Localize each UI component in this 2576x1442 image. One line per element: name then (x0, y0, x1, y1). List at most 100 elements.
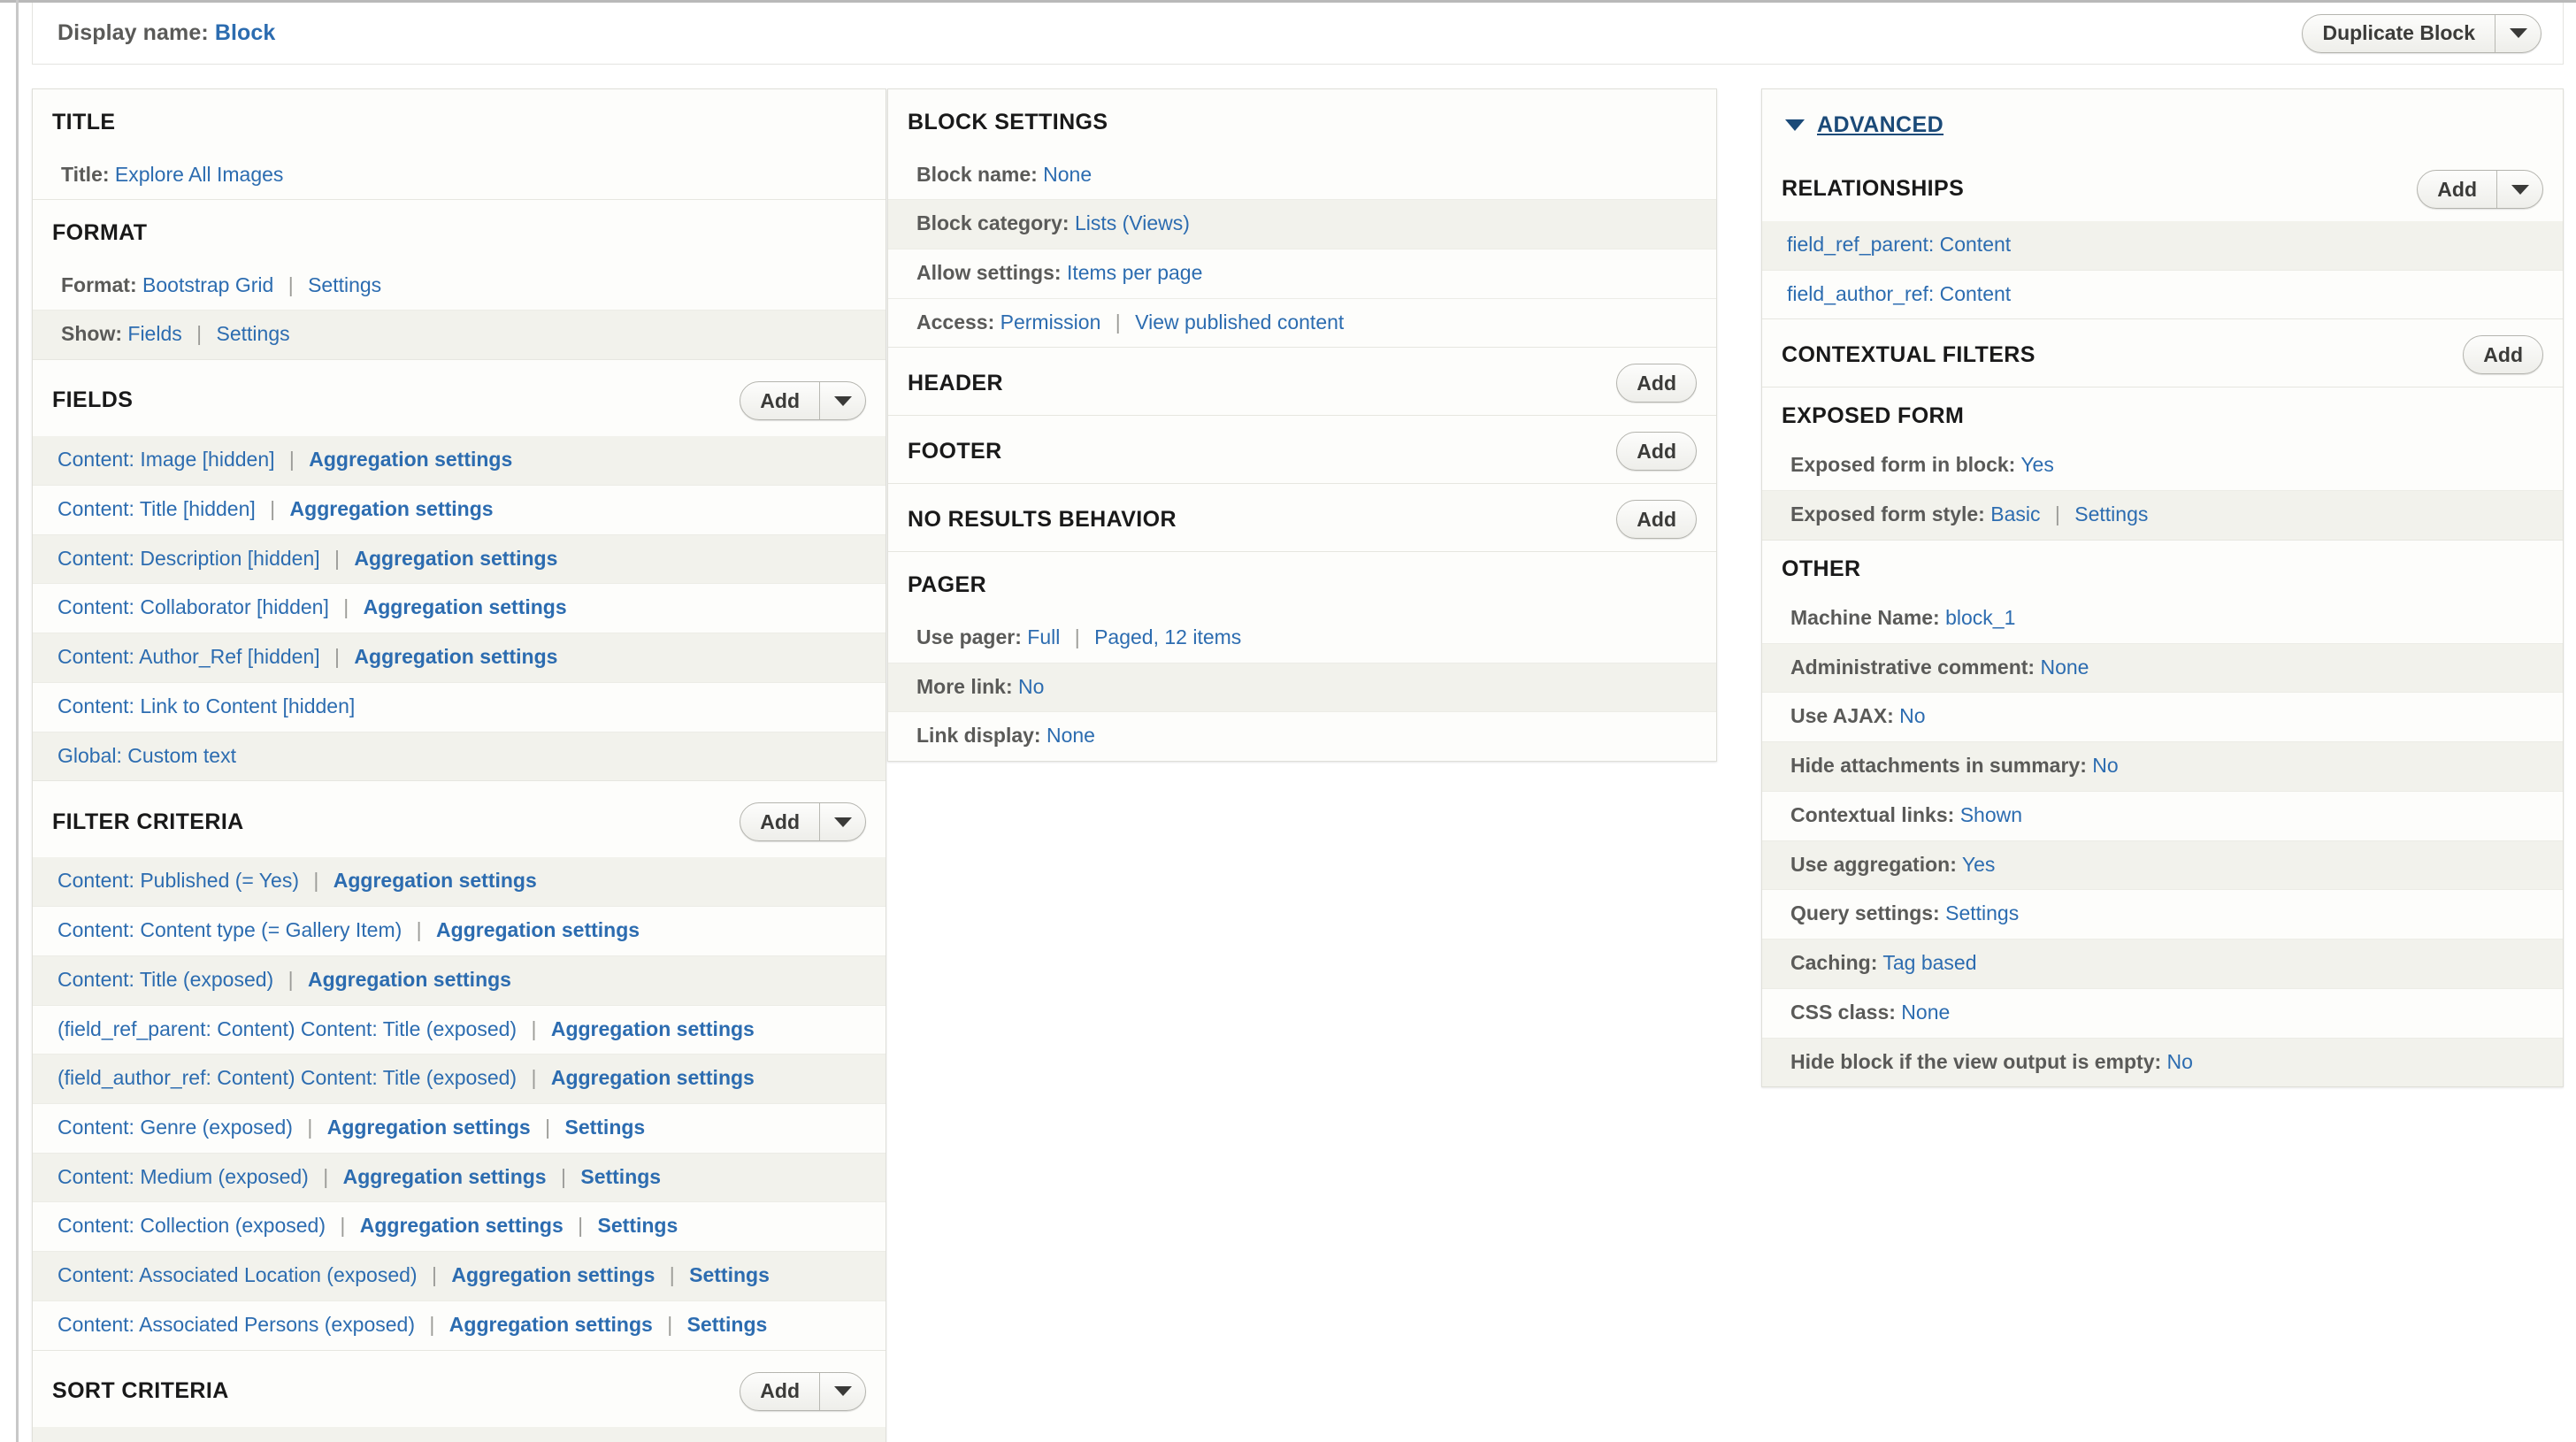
list-item[interactable]: Content: Genre (exposed) | Aggregation s… (33, 1103, 886, 1153)
row-use-ajax-value[interactable]: No (1899, 704, 1925, 727)
list-item[interactable]: Content: Associated Persons (exposed) | … (33, 1300, 886, 1350)
list-item[interactable]: Global: Custom text (33, 731, 886, 781)
field-item-link[interactable]: Content: Description [hidden] (58, 547, 320, 570)
list-item[interactable]: Content: Title [hidden] | Aggregation se… (33, 484, 886, 534)
row-use-pager-value[interactable]: Full (1027, 625, 1060, 648)
advanced-toggle[interactable]: ADVANCED (1762, 89, 2563, 154)
relationships-add-dropdown-toggle[interactable] (2496, 171, 2542, 208)
display-name-value[interactable]: Block (215, 20, 276, 45)
filter-aggregation-settings-link[interactable]: Aggregation settings (327, 1116, 531, 1139)
row-format-settings-link[interactable]: Settings (308, 273, 381, 296)
row-exposed-form-style[interactable]: Exposed form style: Basic | Settings (1762, 490, 2563, 540)
field-item-link[interactable]: Content: Author_Ref [hidden] (58, 645, 320, 668)
filter-item-link[interactable]: Content: Genre (exposed) (58, 1116, 293, 1139)
filter-item-link[interactable]: Content: Medium (exposed) (58, 1165, 309, 1188)
sort-item-link[interactable]: Content: Title (asc) (58, 1438, 228, 1442)
row-format-value[interactable]: Bootstrap Grid (142, 273, 273, 296)
advanced-toggle-label[interactable]: ADVANCED (1817, 112, 1944, 138)
field-item-link[interactable]: Content: Link to Content [hidden] (58, 694, 355, 717)
filter-aggregation-settings-link[interactable]: Aggregation settings (360, 1214, 564, 1237)
row-access-value[interactable]: Permission (1000, 311, 1101, 334)
field-aggregation-settings-link[interactable]: Aggregation settings (290, 497, 494, 520)
row-title[interactable]: Title: Explore All Images (33, 150, 886, 200)
row-administrative-comment[interactable]: Administrative comment: None (1762, 642, 2563, 693)
row-link-display[interactable]: Link display: None (888, 711, 1716, 762)
filter-aggregation-settings-link[interactable]: Aggregation settings (436, 918, 640, 941)
list-item[interactable]: Content: Link to Content [hidden] (33, 681, 886, 732)
list-item[interactable]: Content: Content type (= Gallery Item) |… (33, 906, 886, 955)
list-item[interactable]: field_ref_parent: Content (1762, 221, 2563, 270)
filter-item-link[interactable]: Content: Title (exposed) (58, 968, 273, 991)
relationship-item-link[interactable]: field_ref_parent: Content (1787, 233, 2011, 256)
row-exposed-form-in-block-value[interactable]: Yes (2020, 453, 2054, 476)
duplicate-block-button[interactable]: Duplicate Block (2303, 15, 2495, 52)
row-caching-value[interactable]: Tag based (1882, 951, 1976, 974)
relationships-add-dropbutton[interactable]: Add (2417, 170, 2543, 209)
filter-aggregation-settings-link[interactable]: Aggregation settings (551, 1066, 755, 1089)
list-item[interactable]: Content: Image [hidden] | Aggregation se… (33, 436, 886, 485)
row-hide-block-if-empty-value[interactable]: No (2167, 1050, 2193, 1073)
list-item[interactable]: field_author_ref: Content (1762, 269, 2563, 319)
row-block-category[interactable]: Block category: Lists (Views) (888, 199, 1716, 249)
row-exposed-form-in-block[interactable]: Exposed form in block: Yes (1762, 441, 2563, 491)
list-item[interactable]: Content: Author_Ref [hidden] | Aggregati… (33, 633, 886, 682)
row-exposed-form-style-value[interactable]: Basic (1990, 502, 2040, 525)
row-use-aggregation[interactable]: Use aggregation: Yes (1762, 840, 2563, 890)
filter-settings-link[interactable]: Settings (580, 1165, 661, 1188)
filter-settings-link[interactable]: Settings (598, 1214, 678, 1237)
row-block-name[interactable]: Block name: None (888, 150, 1716, 200)
field-aggregation-settings-link[interactable]: Aggregation settings (309, 448, 512, 471)
field-aggregation-settings-link[interactable]: Aggregation settings (354, 645, 557, 668)
filter-item-link[interactable]: (field_author_ref: Content) Content: Tit… (58, 1066, 517, 1089)
duplicate-block-dropdown-toggle[interactable] (2495, 14, 2541, 52)
row-query-settings[interactable]: Query settings: Settings (1762, 889, 2563, 940)
row-exposed-form-style-settings-link[interactable]: Settings (2074, 502, 2148, 525)
row-use-pager[interactable]: Use pager: Full | Paged, 12 items (888, 613, 1716, 663)
list-item[interactable]: Content: Collaborator [hidden] | Aggrega… (33, 583, 886, 633)
list-item[interactable]: (field_author_ref: Content) Content: Tit… (33, 1054, 886, 1104)
field-aggregation-settings-link[interactable]: Aggregation settings (354, 547, 557, 570)
field-item-link[interactable]: Content: Title [hidden] (58, 497, 256, 520)
row-format[interactable]: Format: Bootstrap Grid | Settings (33, 261, 886, 311)
row-access-permission-link[interactable]: View published content (1135, 311, 1344, 334)
list-item[interactable]: Content: Associated Location (exposed) |… (33, 1251, 886, 1300)
filter-aggregation-settings-link[interactable]: Aggregation settings (451, 1263, 655, 1286)
list-item[interactable]: Content: Title (exposed) | Aggregation s… (33, 955, 886, 1005)
row-contextual-links-value[interactable]: Shown (1960, 803, 2022, 826)
field-item-link[interactable]: Content: Collaborator [hidden] (58, 595, 329, 618)
filter-aggregation-settings-link[interactable]: Aggregation settings (334, 869, 537, 892)
row-administrative-comment-value[interactable]: None (2040, 656, 2089, 679)
filter-aggregation-settings-link[interactable]: Aggregation settings (449, 1313, 653, 1336)
field-item-link[interactable]: Global: Custom text (58, 744, 236, 767)
contextual-filters-add-button[interactable]: Add (2463, 335, 2543, 375)
list-item[interactable]: Content: Published (= Yes) | Aggregation… (33, 857, 886, 907)
filter-criteria-add-button[interactable]: Add (740, 803, 819, 840)
list-item[interactable]: (field_ref_parent: Content) Content: Tit… (33, 1004, 886, 1055)
fields-add-dropdown-toggle[interactable] (819, 382, 865, 420)
duplicate-block-dropbutton[interactable]: Duplicate Block (2302, 13, 2542, 53)
header-add-button[interactable]: Add (1616, 364, 1697, 403)
relationship-item-link[interactable]: field_author_ref: Content (1787, 282, 2011, 305)
row-more-link-value[interactable]: No (1018, 675, 1044, 698)
filter-item-link[interactable]: Content: Associated Location (exposed) (58, 1263, 418, 1286)
row-show[interactable]: Show: Fields | Settings (33, 310, 886, 360)
filter-settings-link[interactable]: Settings (689, 1263, 770, 1286)
list-item[interactable]: Content: Collection (exposed) | Aggregat… (33, 1201, 886, 1252)
row-more-link[interactable]: More link: No (888, 662, 1716, 712)
field-aggregation-settings-link[interactable]: Aggregation settings (364, 595, 567, 618)
field-item-link[interactable]: Content: Image [hidden] (58, 448, 275, 471)
fields-add-dropbutton[interactable]: Add (740, 381, 866, 421)
row-title-value[interactable]: Explore All Images (115, 163, 283, 186)
row-caching[interactable]: Caching: Tag based (1762, 939, 2563, 988)
filter-aggregation-settings-link[interactable]: Aggregation settings (343, 1165, 547, 1188)
fields-add-button[interactable]: Add (740, 382, 819, 419)
row-css-class-value[interactable]: None (1901, 1001, 1950, 1024)
row-use-aggregation-value[interactable]: Yes (1962, 853, 1996, 876)
row-use-pager-options-link[interactable]: Paged, 12 items (1094, 625, 1241, 648)
row-machine-name[interactable]: Machine Name: block_1 (1762, 594, 2563, 643)
list-item[interactable]: Content: Description [hidden] | Aggregat… (33, 533, 886, 584)
filter-criteria-add-dropdown-toggle[interactable] (819, 803, 865, 841)
footer-add-button[interactable]: Add (1616, 432, 1697, 472)
row-css-class[interactable]: CSS class: None (1762, 987, 2563, 1038)
sort-criteria-add-dropbutton[interactable]: Add (740, 1371, 866, 1411)
